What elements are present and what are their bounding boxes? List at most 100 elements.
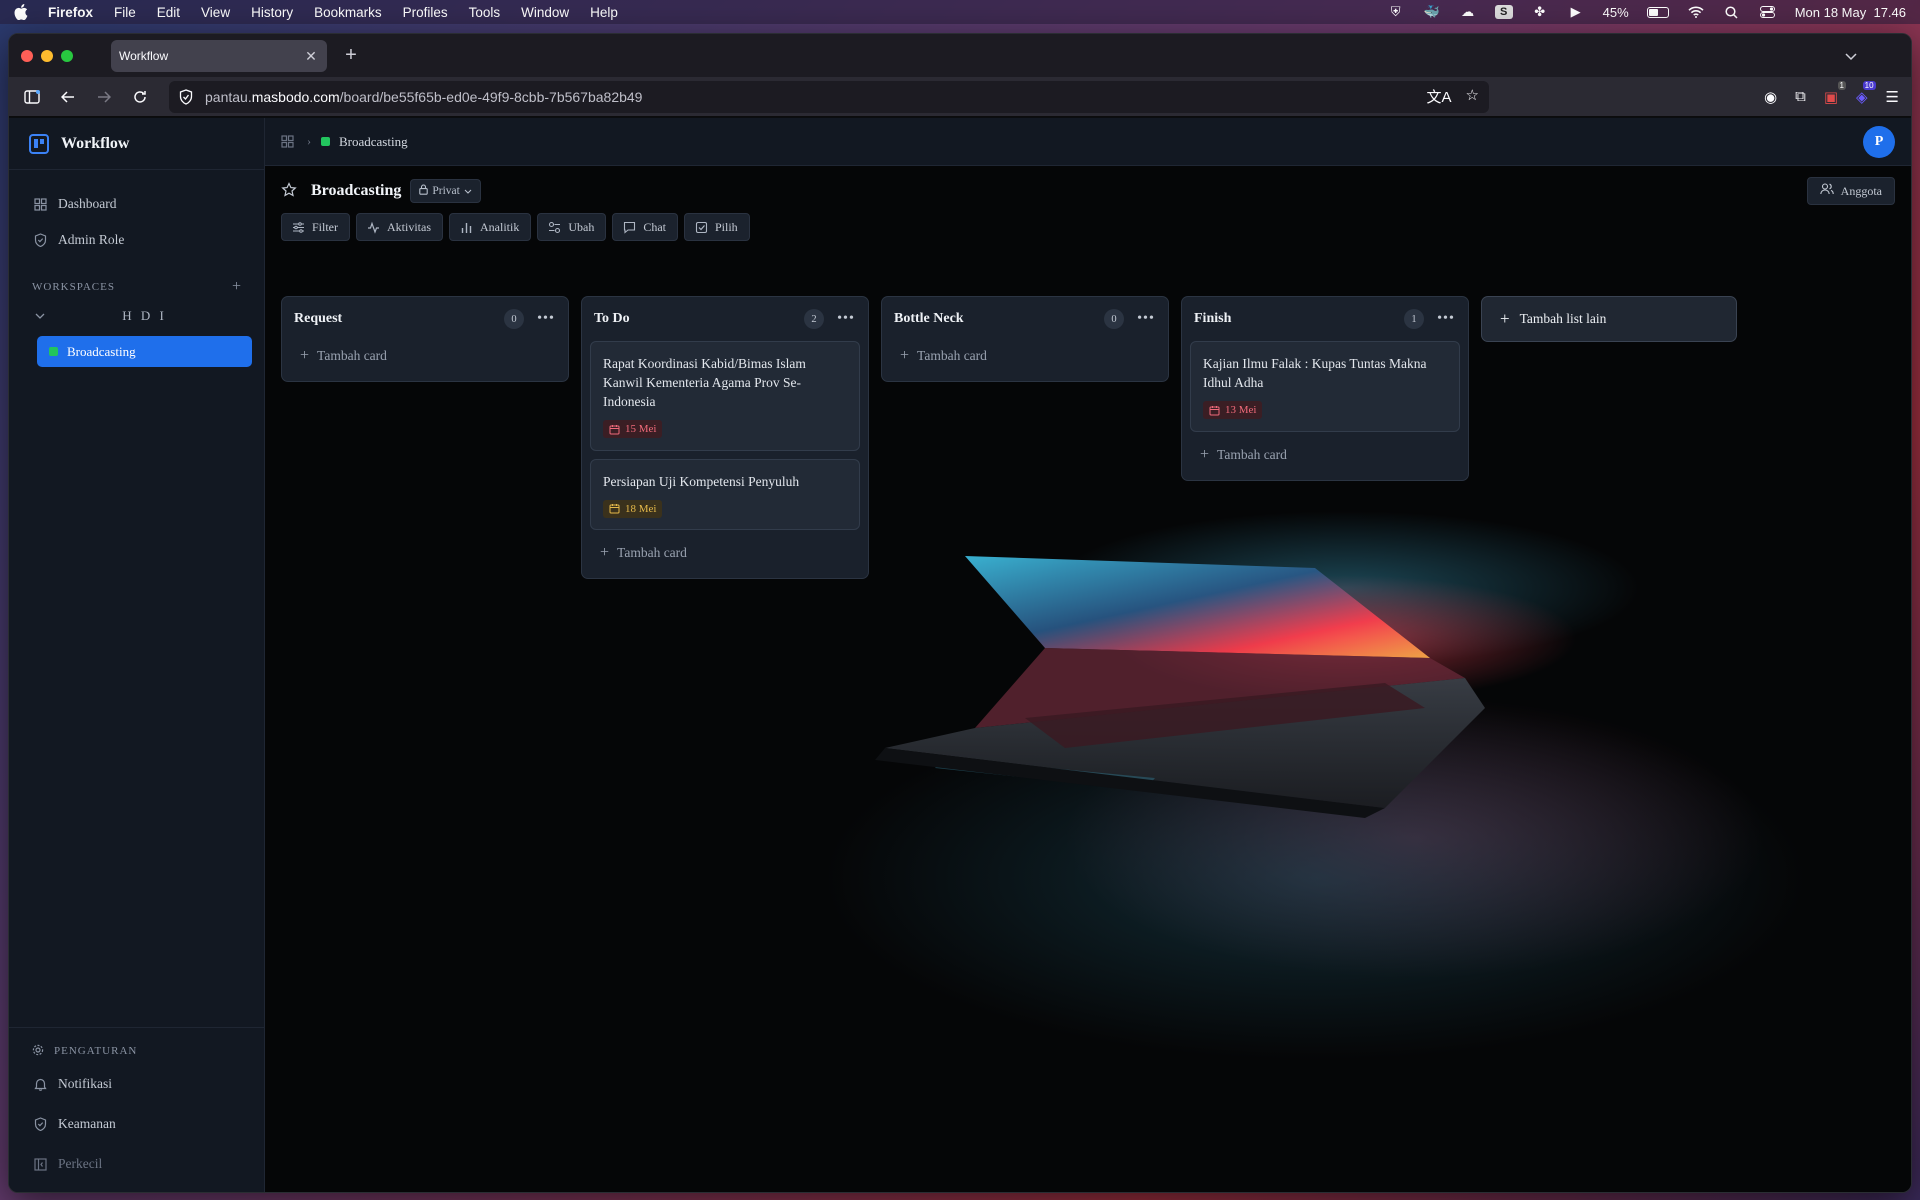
zoom-window-button[interactable] [61,49,73,62]
reload-icon[interactable] [129,86,151,108]
minimize-window-button[interactable] [41,49,53,62]
user-avatar[interactable]: P [1863,125,1895,158]
fan-icon[interactable]: ✤ [1531,4,1549,19]
lock-icon [419,184,429,198]
menu-file[interactable]: File [114,5,136,20]
plus-icon: + [900,347,910,364]
sidebar-toggle-icon[interactable] [21,86,43,108]
bookmark-star-icon[interactable]: ☆ [1466,86,1479,107]
extensions-puzzle-icon[interactable]: ⧉ [1795,88,1806,105]
play-icon[interactable]: ▶ [1567,4,1585,19]
cloud-icon[interactable]: ☁ [1459,4,1477,19]
close-window-button[interactable] [21,49,33,62]
list-header: To Do 2 ••• [590,297,860,341]
board-lists: Request 0 ••• + Tambah card To Do 2 ••• [281,296,1737,579]
sidebar-item-keamanan[interactable]: Keamanan [9,1104,264,1144]
add-card-button[interactable]: + Tambah card [290,341,560,371]
address-bar[interactable]: pantau. masbodo.com/board/be55f65b-ed0e-4… [169,80,1489,113]
close-tab-icon[interactable]: ✕ [303,48,319,64]
boards-grid-icon[interactable] [281,134,295,149]
calendar-icon [609,424,620,435]
visibility-dropdown[interactable]: Privat [410,179,481,203]
card[interactable]: Kajian Ilmu Falak : Kupas Tuntas Makna I… [1190,341,1460,432]
sidebar-item-broadcasting[interactable]: Broadcasting [37,336,252,367]
filter-button[interactable]: Filter [281,213,350,241]
new-tab-icon[interactable]: + [341,44,361,67]
add-workspace-icon[interactable]: + [232,278,242,296]
list-title[interactable]: Finish [1194,311,1404,327]
sidebar-item-dashboard[interactable]: Dashboard [9,186,264,222]
s-app-icon[interactable]: S [1494,5,1513,19]
account-icon[interactable]: ◉ [1764,88,1777,106]
members-button[interactable]: Anggota [1806,177,1895,205]
menu-help[interactable]: Help [590,5,618,20]
clock[interactable]: Mon 18 May 17.46 [1795,5,1906,20]
chevron-down-icon[interactable] [35,311,47,322]
add-list-label: Tambah list lain [1519,311,1607,326]
tab-bar: Workflow ✕ + [9,34,1911,77]
list-header: Bottle Neck 0 ••• [890,297,1160,341]
spotlight-search-icon[interactable] [1723,5,1741,19]
browser-tab[interactable]: Workflow ✕ [111,39,327,72]
edit-button[interactable]: Ubah [537,213,607,241]
board-title[interactable]: Broadcasting [311,182,401,200]
shield-extension-icon[interactable]: ⛨ [1387,4,1405,19]
board-color-dot [49,347,58,356]
card[interactable]: Persiapan Uji Kompetensi Penyuluh 18 Mei [590,458,860,530]
extension-blue-icon[interactable]: ◈ 10 [1856,80,1876,106]
add-card-button[interactable]: + Tambah card [590,538,860,568]
add-card-button[interactable]: + Tambah card [890,341,1160,371]
card-title: Persiapan Uji Kompetensi Penyuluh [603,473,800,489]
translate-icon[interactable]: 文A [1427,86,1452,107]
menu-app-name[interactable]: Firefox [48,5,93,20]
gear-icon [32,1044,46,1058]
members-label: Anggota [1840,183,1882,198]
menu-view[interactable]: View [201,5,230,20]
add-card-button[interactable]: + Tambah card [1190,440,1460,470]
activity-button[interactable]: Aktivitas [356,213,443,241]
list-menu-icon[interactable]: ••• [536,311,556,327]
list-title[interactable]: Bottle Neck [894,311,1104,327]
back-icon[interactable] [57,86,79,108]
menu-tools[interactable]: Tools [469,5,501,20]
star-icon[interactable] [281,182,299,200]
menu-edit[interactable]: Edit [157,5,180,20]
url-prefix: pantau. [205,88,252,105]
menu-bookmarks[interactable]: Bookmarks [314,5,382,20]
docker-icon[interactable]: 🐳 [1423,4,1441,19]
menu-window[interactable]: Window [521,5,569,20]
chat-button[interactable]: Chat [612,213,678,241]
board-area: › Broadcasting P Broadcasting Privat Ang… [265,118,1911,1192]
plus-icon: + [300,347,310,364]
breadcrumb-board[interactable]: Broadcasting [339,134,408,150]
menu-history[interactable]: History [251,5,293,20]
sidebar-item-notifikasi[interactable]: Notifikasi [9,1064,264,1104]
workspace-group-hdi[interactable]: H D I [9,302,264,330]
select-button[interactable]: Pilih [684,213,750,241]
list-menu-icon[interactable]: ••• [836,311,856,327]
list-all-tabs-icon[interactable] [1845,48,1857,64]
wifi-icon[interactable] [1687,5,1705,19]
tracking-protection-icon[interactable] [179,88,195,105]
brand[interactable]: Workflow [9,118,264,170]
list-menu-icon[interactable]: ••• [1436,311,1456,327]
app-menu-icon[interactable]: ☰ [1886,88,1899,106]
list-title[interactable]: To Do [594,311,804,327]
sidebar-item-label: Dashboard [58,196,117,211]
battery-icon[interactable] [1646,6,1669,18]
sidebar-item-perkecil[interactable]: Perkecil [9,1144,264,1184]
add-card-label: Tambah card [917,348,987,363]
sidebar-item-admin-role[interactable]: Admin Role [9,222,264,258]
control-center-icon[interactable] [1759,5,1777,19]
list-title[interactable]: Request [294,311,504,327]
add-list-button[interactable]: + Tambah list lain [1481,296,1737,342]
menu-profiles[interactable]: Profiles [403,5,448,20]
plus-icon: + [600,544,610,561]
apple-icon[interactable] [14,4,30,21]
analytics-button[interactable]: Analitik [449,213,532,241]
card[interactable]: Rapat Koordinasi Kabid/Bimas Islam Kanwi… [590,341,860,451]
settings-header: PENGATURAN [9,1038,264,1064]
list-menu-icon[interactable]: ••• [1136,311,1156,327]
extension-red-icon[interactable]: ▣ 1 [1824,80,1846,106]
forward-icon[interactable] [93,86,115,108]
